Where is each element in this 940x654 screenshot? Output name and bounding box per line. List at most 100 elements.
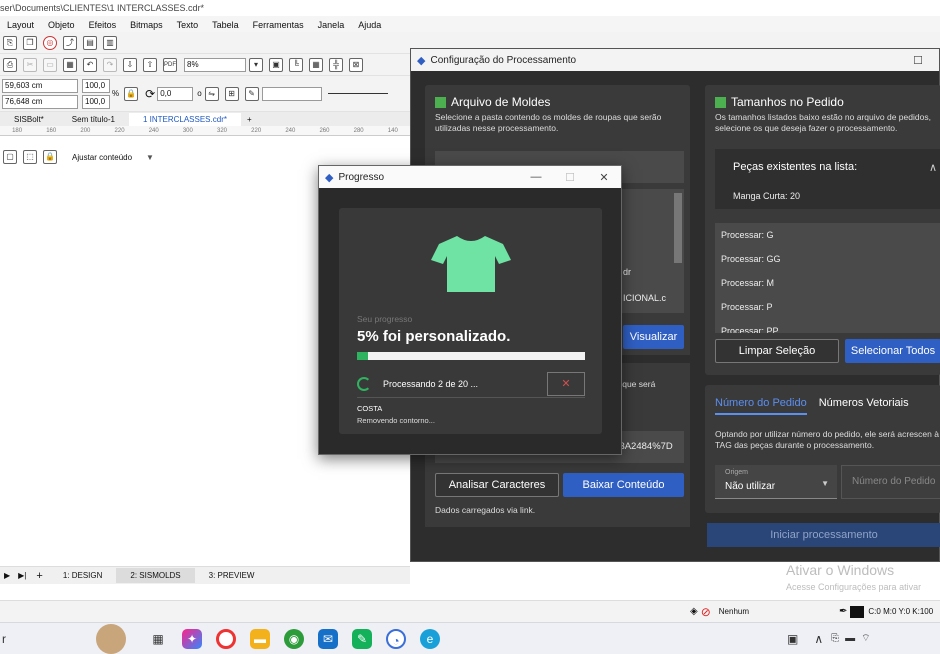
clipboard-icon[interactable]: ▦	[63, 57, 77, 72]
file-fragment[interactable]: dr	[623, 267, 631, 277]
menu-efeitos[interactable]: Efeitos	[89, 19, 117, 30]
grid-icon[interactable]: ▦	[309, 57, 323, 72]
network-icon[interactable]: ⎘	[831, 633, 839, 644]
arrange-icon[interactable]: ▤	[83, 35, 97, 50]
chrome-icon[interactable]	[216, 628, 236, 649]
mirror-icon[interactable]: ⇋	[204, 86, 219, 101]
edge-icon[interactable]: e	[420, 628, 440, 649]
scale-height-field[interactable]: 100,0	[82, 94, 110, 109]
align-icon[interactable]: ⊞	[224, 86, 239, 101]
status-row: Processando 2 de 20 ... ✕	[357, 372, 585, 396]
guides-icon[interactable]: ╬	[329, 57, 343, 72]
lock-ratio-icon[interactable]: 🔒	[124, 86, 139, 101]
battery-icon[interactable]: ▬	[845, 633, 855, 644]
clear-selection-button[interactable]: Limpar Seleção	[715, 339, 839, 363]
pen-icon[interactable]: ✎	[244, 86, 259, 101]
corel-app-icon[interactable]: ✎	[352, 628, 372, 649]
scrollbar[interactable]	[674, 193, 682, 263]
menu-tabela[interactable]: Tabela	[212, 19, 239, 30]
task-view-icon[interactable]: ▦	[148, 629, 168, 649]
search-fragment[interactable]: r	[2, 632, 6, 646]
tab-order-number[interactable]: Número do Pedido	[715, 397, 807, 415]
add-tab-icon[interactable]: +	[241, 115, 258, 124]
page-tab-preview[interactable]: 3: PREVIEW	[195, 568, 269, 583]
list-item[interactable]: Processar: G	[715, 223, 940, 247]
outline-select[interactable]	[261, 86, 322, 101]
outlook-icon[interactable]: ✉	[318, 628, 338, 649]
progress-label: Seu progresso	[357, 314, 413, 324]
panel-icon[interactable]: ▥	[103, 35, 117, 50]
x-position-field[interactable]: 59,603 cm	[2, 78, 78, 93]
origin-select[interactable]: Origem Não utilizar ▼	[715, 465, 837, 499]
tab-vector-numbers[interactable]: Números Vetoriais	[819, 397, 909, 415]
import-arrow-icon[interactable]: ⇩	[123, 57, 137, 72]
menu-texto[interactable]: Texto	[177, 19, 199, 30]
folder-icon[interactable]: ▬	[250, 628, 270, 649]
frame-icon[interactable]: ▢	[3, 150, 17, 164]
utility-icon[interactable]: ◔	[386, 628, 406, 649]
degree-label: o	[197, 89, 202, 98]
edit-frame-icon[interactable]: ⬚	[23, 150, 37, 164]
import-icon[interactable]: ⎘	[3, 35, 17, 50]
corel-icon[interactable]: ◎	[43, 35, 57, 50]
chevron-down-icon[interactable]: ▾	[249, 57, 263, 72]
store-icon[interactable]: ▣	[787, 632, 798, 646]
y-position-field[interactable]: 76,648 cm	[2, 94, 78, 109]
menu-janela[interactable]: Janela	[318, 19, 345, 30]
chevron-up-icon[interactable]: ∧	[814, 632, 823, 646]
menu-layout[interactable]: Layout	[7, 19, 34, 30]
fullscreen-icon[interactable]: ▣	[269, 57, 283, 72]
page-tab-sismolds[interactable]: 2: SISMOLDS	[116, 568, 195, 583]
zoom-select[interactable]: 8%	[184, 57, 246, 72]
paste-icon[interactable]: ▭	[43, 57, 57, 72]
copilot-icon[interactable]: ✦	[182, 628, 202, 649]
download-button[interactable]: Baixar Conteúdo	[563, 473, 684, 497]
close-icon[interactable]: ✕	[587, 171, 621, 184]
options-icon[interactable]: ⊠	[349, 57, 363, 72]
list-item[interactable]: Processar: P	[715, 295, 940, 319]
export-arrow-icon[interactable]: ⇧	[143, 57, 157, 72]
avatar-widget[interactable]	[96, 623, 126, 654]
copy-icon[interactable]: ❐	[23, 35, 37, 50]
doc-tab-sisbolt[interactable]: SISBolt*	[0, 113, 58, 126]
minimize-icon[interactable]: —	[519, 171, 553, 183]
add-page-icon[interactable]: +	[30, 570, 48, 582]
chevron-down-icon[interactable]: ▼	[146, 153, 154, 162]
menu-bitmaps[interactable]: Bitmaps	[130, 19, 163, 30]
lock-icon[interactable]: 🔒	[43, 150, 57, 164]
file-fragment[interactable]: ICIONAL.c	[623, 293, 666, 303]
list-item[interactable]: Processar: GG	[715, 247, 940, 271]
fit-content-select[interactable]: Ajustar conteúdo	[72, 153, 132, 162]
curve-icon[interactable]: ⤴	[63, 35, 77, 50]
config-title: Configuração do Processamento	[430, 54, 577, 66]
select-all-button[interactable]: Selecionar Todos	[845, 339, 940, 363]
list-item[interactable]: Processar: PP	[715, 319, 940, 333]
play-icon[interactable]: ▶	[0, 571, 14, 580]
maximize-icon[interactable]: ☐	[553, 171, 587, 184]
undo-icon[interactable]: ↶	[83, 57, 97, 72]
print-icon[interactable]: ⎙	[3, 57, 17, 72]
scale-width-field[interactable]: 100,0	[82, 78, 110, 93]
menu-ajuda[interactable]: Ajuda	[358, 19, 381, 30]
doc-tab-interclasses[interactable]: 1 INTERCLASSES.cdr*	[128, 112, 241, 126]
cut-icon[interactable]: ✂	[23, 57, 37, 72]
redo-icon[interactable]: ↷	[103, 57, 117, 72]
maximize-icon[interactable]: ☐	[901, 54, 935, 67]
rotation-field[interactable]: 0,0	[157, 86, 194, 101]
pdf-icon[interactable]: PDF	[163, 57, 177, 72]
doc-tab-untitled[interactable]: Sem título-1	[58, 113, 129, 126]
menu-objeto[interactable]: Objeto	[48, 19, 75, 30]
last-page-icon[interactable]: ▶|	[14, 571, 30, 580]
analyze-button[interactable]: Analisar Caracteres	[435, 473, 559, 497]
snap-icon[interactable]: ╚	[289, 57, 303, 72]
app-icon[interactable]: ◉	[284, 628, 304, 649]
view-button[interactable]: Visualizar	[623, 325, 684, 349]
cancel-button[interactable]: ✕	[547, 372, 585, 396]
start-processing-button[interactable]: Iniciar processamento	[707, 523, 940, 547]
list-item[interactable]: Processar: M	[715, 271, 940, 295]
menu-ferramentas[interactable]: Ferramentas	[253, 19, 304, 30]
chevron-up-icon[interactable]: ∧	[929, 161, 937, 174]
wifi-icon[interactable]: ⌔	[861, 632, 870, 645]
page-tab-design[interactable]: 1: DESIGN	[49, 568, 117, 583]
order-number-input[interactable]: Número do Pedido	[841, 465, 940, 499]
